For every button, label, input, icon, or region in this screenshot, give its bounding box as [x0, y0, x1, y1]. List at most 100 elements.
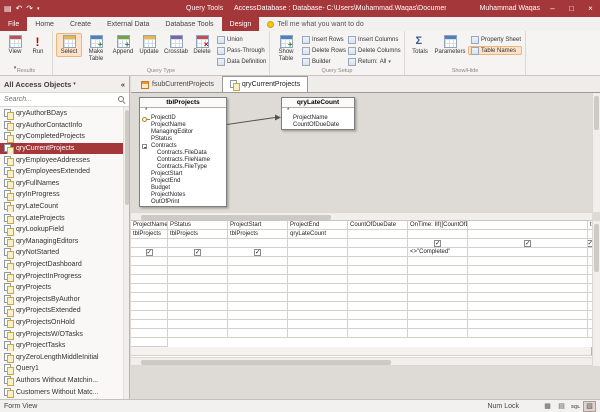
grid-cell[interactable] — [348, 248, 408, 257]
grid-cell[interactable]: ProjectEnd — [288, 221, 348, 230]
delete-query-button[interactable]: Delete — [190, 33, 214, 57]
grid-cell[interactable] — [348, 239, 408, 248]
nav-item-qryProjectsW/OTasks[interactable]: qryProjectsW/OTasks — [0, 328, 123, 340]
tab-database-tools[interactable]: Database Tools — [157, 17, 221, 31]
grid-cell[interactable] — [408, 275, 468, 284]
grid-cell[interactable] — [131, 266, 168, 275]
field-ManagingEditor[interactable]: ManagingEditor — [140, 129, 226, 136]
nav-item-qryAuthorBDays[interactable]: qryAuthorBDays — [0, 108, 123, 120]
grid-cell[interactable]: tblProjects — [131, 230, 168, 239]
nav-item-qryEmployeesExtended[interactable]: qryEmployeesExtended — [0, 166, 123, 178]
grid-cell[interactable] — [468, 284, 588, 293]
field-Contracts.FileName[interactable]: Contracts.FileName — [140, 157, 226, 164]
insert-columns-button[interactable]: Insert Columns — [345, 35, 401, 44]
grid-cell[interactable] — [348, 302, 408, 311]
nav-item-qryInProgress[interactable]: qryInProgress — [0, 189, 123, 201]
grid-cell[interactable] — [288, 275, 348, 284]
nav-item-qryZeroLengthMiddleInitial[interactable]: qryZeroLengthMiddleInitial — [0, 351, 123, 363]
table-title[interactable]: tblProjects — [140, 98, 226, 108]
nav-scrollbar[interactable] — [123, 107, 129, 399]
design-horizontal-scrollbar[interactable] — [131, 212, 592, 221]
grid-cell[interactable] — [288, 257, 348, 266]
grid-cell[interactable] — [288, 311, 348, 320]
grid-cell[interactable] — [168, 284, 228, 293]
qat-customize-caret-icon[interactable]: ▾ — [37, 6, 40, 12]
grid-cell[interactable] — [131, 257, 168, 266]
grid-cell[interactable] — [168, 320, 228, 329]
redo-icon[interactable]: ↷ — [26, 4, 33, 13]
grid-cell[interactable] — [228, 302, 288, 311]
field-*[interactable]: * — [140, 108, 226, 115]
grid-cell[interactable] — [408, 266, 468, 275]
field-ProjectID[interactable]: ProjectID — [140, 115, 226, 122]
grid-cell[interactable] — [468, 275, 588, 284]
grid-cell[interactable] — [468, 221, 588, 230]
nav-search-box[interactable] — [0, 93, 129, 107]
grid-cell[interactable] — [168, 248, 228, 257]
save-icon[interactable]: ▤ — [4, 4, 12, 13]
search-input[interactable] — [4, 96, 118, 103]
datasheet-view-icon[interactable]: ▦ — [541, 401, 554, 412]
tab-file[interactable]: File — [0, 17, 27, 31]
field-PStatus[interactable]: PStatus — [140, 136, 226, 143]
nav-item-qryProjectsExtended[interactable]: qryProjectsExtended — [0, 305, 123, 317]
grid-cell[interactable] — [131, 248, 168, 257]
grid-cell[interactable] — [348, 320, 408, 329]
nav-item-qryEmployeeAddresses[interactable]: qryEmployeeAddresses — [0, 154, 123, 166]
show-checkbox[interactable] — [194, 249, 201, 256]
title-bar[interactable]: ▤ ↶ ↷ ▾ Query Tools AccessDatabase : Dat… — [0, 0, 600, 17]
grid-cell[interactable] — [168, 266, 228, 275]
nav-item-Query1[interactable]: Query1 — [0, 363, 123, 375]
grid-cell[interactable]: OnTime: IIf([CountOfDueDate]>0,'Late','O… — [408, 221, 468, 230]
grid-cell[interactable] — [228, 275, 288, 284]
nav-item-qryCompletedProjects[interactable]: qryCompletedProjects — [0, 131, 123, 143]
grid-cell[interactable] — [408, 329, 468, 338]
delete-rows-button[interactable]: Delete Rows — [299, 46, 345, 55]
grid-cell[interactable]: ProjectStart — [228, 221, 288, 230]
show-checkbox[interactable] — [254, 249, 261, 256]
signed-in-user[interactable]: Muhammad Waqas — [480, 0, 540, 17]
grid-cell[interactable] — [228, 266, 288, 275]
grid-cell[interactable] — [348, 311, 408, 320]
nav-item-qryNotStarted[interactable]: qryNotStarted — [0, 247, 123, 259]
delete-columns-button[interactable]: Delete Columns — [345, 46, 401, 55]
table-title[interactable]: qryLateCount — [282, 98, 354, 108]
grid-cell[interactable] — [288, 293, 348, 302]
grid-cell[interactable] — [228, 311, 288, 320]
grid-cell[interactable] — [288, 239, 348, 248]
tab-create[interactable]: Create — [62, 17, 99, 31]
tab-external-data[interactable]: External Data — [99, 17, 157, 31]
grid-cell[interactable] — [408, 302, 468, 311]
nav-item-qryProjects[interactable]: qryProjects — [0, 282, 123, 294]
nav-item-qryProjectsByAuthor[interactable]: qryProjectsByAuthor — [0, 294, 123, 306]
nav-pane-caret-icon[interactable]: ▾ — [73, 81, 76, 87]
grid-cell[interactable] — [348, 329, 408, 338]
grid-cell[interactable] — [468, 302, 588, 311]
form-view-icon[interactable]: ▤ — [555, 401, 568, 412]
design-view-icon[interactable]: ▧ — [583, 401, 596, 412]
grid-cell[interactable] — [408, 293, 468, 302]
undo-icon[interactable]: ↶ — [16, 4, 23, 13]
grid-cell[interactable] — [131, 302, 168, 311]
grid-cell[interactable] — [288, 329, 348, 338]
nav-item-qryCurrentProjects[interactable]: qryCurrentProjects — [0, 143, 123, 155]
field-Budget[interactable]: Budget — [140, 185, 226, 192]
property-sheet-button[interactable]: Property Sheet — [468, 35, 522, 44]
grid-cell[interactable] — [228, 329, 288, 338]
show-checkbox[interactable] — [146, 249, 153, 256]
grid-cell[interactable] — [348, 230, 408, 239]
grid-cell[interactable] — [228, 293, 288, 302]
grid-cell[interactable] — [348, 275, 408, 284]
join-line[interactable] — [227, 114, 283, 128]
grid-cell[interactable] — [288, 266, 348, 275]
grid-cell[interactable] — [131, 293, 168, 302]
grid-cell[interactable] — [348, 293, 408, 302]
return-dropdown[interactable]: Return: All — [345, 57, 401, 66]
minimize-button[interactable]: – — [543, 0, 562, 17]
insert-rows-button[interactable]: Insert Rows — [299, 35, 345, 44]
parameters-button[interactable]: Parameters — [432, 33, 468, 57]
query-design-canvas[interactable]: tblProjects *ProjectIDProjectNameManagin… — [131, 93, 592, 212]
grid-cell[interactable] — [168, 275, 228, 284]
totals-button[interactable]: Totals — [408, 33, 432, 57]
doc-tab-qryCurrentProjects[interactable]: qryCurrentProjects — [222, 76, 308, 92]
